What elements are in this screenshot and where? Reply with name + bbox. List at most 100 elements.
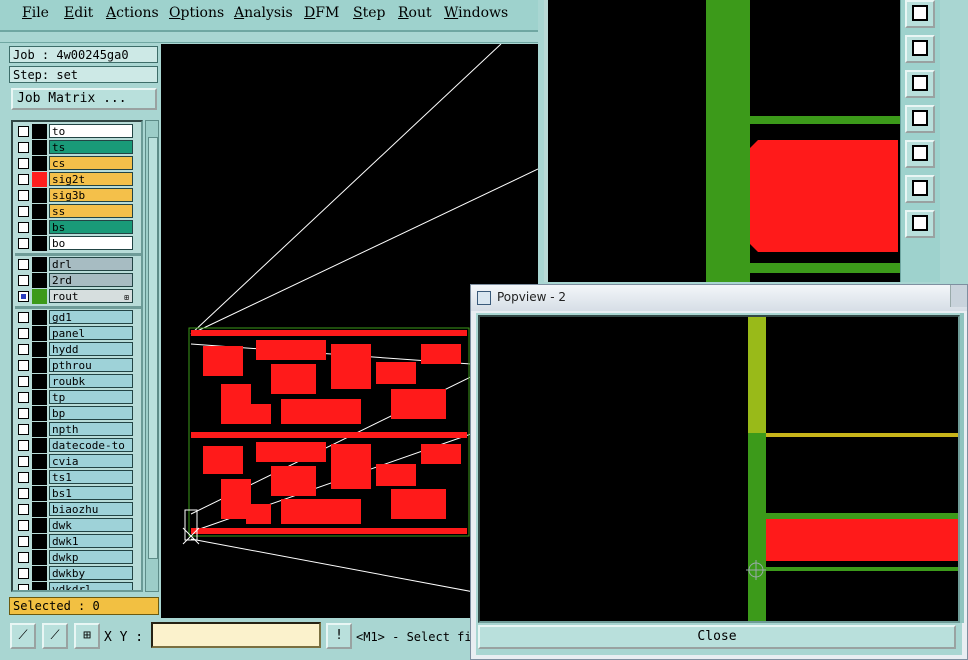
layer-color-swatch[interactable] bbox=[32, 289, 47, 304]
layer-row-bs1[interactable]: bs1 bbox=[15, 486, 141, 501]
layer-name[interactable]: dwk1 bbox=[49, 534, 133, 548]
layer-name[interactable]: to bbox=[49, 124, 133, 138]
grid-snap-button[interactable]: ⊞ bbox=[74, 623, 100, 649]
layer-color-swatch[interactable] bbox=[32, 140, 47, 155]
zoom-view-canvas[interactable] bbox=[544, 0, 904, 282]
layer-checkbox[interactable] bbox=[18, 158, 29, 169]
layer-checkbox[interactable] bbox=[18, 275, 29, 286]
layer-color-swatch[interactable] bbox=[32, 550, 47, 565]
menu-options[interactable]: Options bbox=[169, 5, 224, 21]
move-down-button[interactable] bbox=[905, 70, 935, 98]
layer-name[interactable]: roubk bbox=[49, 374, 133, 388]
layer-checkbox[interactable] bbox=[18, 520, 29, 531]
layer-color-swatch[interactable] bbox=[32, 172, 47, 187]
layer-color-swatch[interactable] bbox=[32, 582, 47, 590]
layer-row-pthrou[interactable]: pthrou bbox=[15, 358, 141, 373]
layer-row-tp[interactable]: tp bbox=[15, 390, 141, 405]
layer-row-dwk1[interactable]: dwk1 bbox=[15, 534, 141, 549]
layer-row-dwkp[interactable]: dwkp bbox=[15, 550, 141, 565]
layer-checkbox[interactable] bbox=[18, 222, 29, 233]
layer-checkbox[interactable] bbox=[18, 328, 29, 339]
layer-row-ts[interactable]: ts bbox=[15, 140, 141, 155]
layer-row-hydd[interactable]: hydd bbox=[15, 342, 141, 357]
layer-row-bs[interactable]: bs bbox=[15, 220, 141, 235]
layer-row-ss[interactable]: ss bbox=[15, 204, 141, 219]
layer-row-panel[interactable]: panel bbox=[15, 326, 141, 341]
layer-checkbox[interactable] bbox=[18, 440, 29, 451]
layer-row-roubk[interactable]: roubk bbox=[15, 374, 141, 389]
layer-color-swatch[interactable] bbox=[32, 422, 47, 437]
layer-checkbox[interactable] bbox=[18, 456, 29, 467]
layer-checkbox[interactable] bbox=[18, 291, 29, 302]
layer-name[interactable]: hydd bbox=[49, 342, 133, 356]
layer-color-swatch[interactable] bbox=[32, 534, 47, 549]
layer-checkbox[interactable] bbox=[18, 568, 29, 579]
layer-color-swatch[interactable] bbox=[32, 257, 47, 272]
menu-dfm[interactable]: DFM bbox=[304, 5, 339, 21]
layer-color-swatch[interactable] bbox=[32, 236, 47, 251]
layer-row-datecode-to[interactable]: datecode-to bbox=[15, 438, 141, 453]
layer-color-swatch[interactable] bbox=[32, 156, 47, 171]
layer-name[interactable]: bs bbox=[49, 220, 133, 234]
layer-name[interactable]: npth bbox=[49, 422, 133, 436]
layer-checkbox[interactable] bbox=[18, 238, 29, 249]
layer-color-swatch[interactable] bbox=[32, 390, 47, 405]
menu-windows[interactable]: Windows bbox=[444, 5, 508, 21]
zoom-window-button[interactable] bbox=[905, 0, 935, 28]
layer-name[interactable]: vdkdrl bbox=[49, 582, 133, 590]
layer-name[interactable]: tp bbox=[49, 390, 133, 404]
layer-checkbox[interactable] bbox=[18, 584, 29, 590]
layer-color-swatch[interactable] bbox=[32, 358, 47, 373]
layer-row-biaozhu[interactable]: biaozhu bbox=[15, 502, 141, 517]
popview-title-bar[interactable]: Popview - 2 bbox=[471, 285, 967, 311]
layer-row-npth[interactable]: npth bbox=[15, 422, 141, 437]
layer-row-bp[interactable]: bp bbox=[15, 406, 141, 421]
menu-edit[interactable]: Edit bbox=[64, 5, 93, 21]
layer-row-dwkby[interactable]: dwkby bbox=[15, 566, 141, 581]
layer-list-scrollbar[interactable] bbox=[145, 120, 159, 592]
layer-name[interactable]: pthrou bbox=[49, 358, 133, 372]
layer-checkbox[interactable] bbox=[18, 504, 29, 515]
menu-analysis[interactable]: Analysis bbox=[234, 5, 293, 21]
xy-coordinate-input[interactable] bbox=[151, 622, 321, 648]
layer-checkbox[interactable] bbox=[18, 142, 29, 153]
layer-checkbox[interactable] bbox=[18, 259, 29, 270]
layer-color-swatch[interactable] bbox=[32, 188, 47, 203]
layer-name[interactable]: datecode-to bbox=[49, 438, 133, 452]
menu-file[interactable]: File bbox=[22, 5, 49, 21]
layer-row-to[interactable]: to bbox=[15, 124, 141, 139]
layer-checkbox[interactable] bbox=[18, 376, 29, 387]
layer-name[interactable]: ts bbox=[49, 140, 133, 154]
layer-row-cvia[interactable]: cvia bbox=[15, 454, 141, 469]
layer-row-vdkdrl[interactable]: vdkdrl bbox=[15, 582, 141, 590]
layer-name[interactable]: dwk bbox=[49, 518, 133, 532]
layer-row-gd1[interactable]: gd1 bbox=[15, 310, 141, 325]
layer-row-2rd[interactable]: 2rd bbox=[15, 273, 141, 288]
layer-color-swatch[interactable] bbox=[32, 518, 47, 533]
layer-name[interactable]: ss bbox=[49, 204, 133, 218]
pan-button[interactable] bbox=[905, 210, 935, 238]
layer-name[interactable]: panel bbox=[49, 326, 133, 340]
layer-color-swatch[interactable] bbox=[32, 342, 47, 357]
popview-canvas[interactable] bbox=[478, 315, 960, 623]
job-matrix-button[interactable]: Job Matrix ... bbox=[11, 88, 157, 110]
layer-name[interactable]: dwkby bbox=[49, 566, 133, 580]
layer-name[interactable]: biaozhu bbox=[49, 502, 133, 516]
menu-step[interactable]: Step bbox=[353, 5, 385, 21]
layer-checkbox[interactable] bbox=[18, 408, 29, 419]
measure-button[interactable]: ⟋ bbox=[42, 623, 68, 649]
layer-row-sig2t[interactable]: sig2t bbox=[15, 172, 141, 187]
layer-color-swatch[interactable] bbox=[32, 486, 47, 501]
layer-color-swatch[interactable] bbox=[32, 502, 47, 517]
layer-color-swatch[interactable] bbox=[32, 406, 47, 421]
layer-row-dwk[interactable]: dwk bbox=[15, 518, 141, 533]
layer-name[interactable]: drl bbox=[49, 257, 133, 271]
layer-color-swatch[interactable] bbox=[32, 204, 47, 219]
layer-row-sig3b[interactable]: sig3b bbox=[15, 188, 141, 203]
layer-color-swatch[interactable] bbox=[32, 454, 47, 469]
fit-all-button[interactable] bbox=[905, 175, 935, 203]
layer-row-cs[interactable]: cs bbox=[15, 156, 141, 171]
close-button[interactable]: Close bbox=[478, 625, 956, 649]
layer-row-bo[interactable]: bo bbox=[15, 236, 141, 251]
layer-name[interactable]: cs bbox=[49, 156, 133, 170]
